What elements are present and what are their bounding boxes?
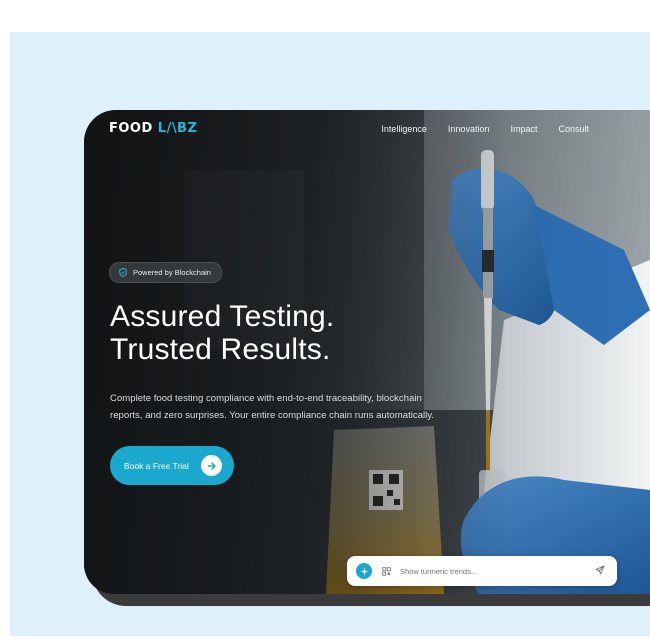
main-nav: Intelligence Innovation Impact Consult — [381, 124, 589, 134]
arrow-right-icon — [201, 455, 222, 476]
cta-label: Book a Free Trial — [124, 460, 189, 471]
hero-description: Complete food testing compliance with en… — [110, 390, 490, 424]
headline-line-2: Trusted Results. — [110, 333, 331, 366]
brand-logo[interactable]: FOOD L/\BZ — [109, 121, 197, 136]
description-line-2: reports, and zero surprises. Your entire… — [110, 410, 435, 421]
qr-scan-icon[interactable] — [382, 566, 391, 576]
nav-innovation[interactable]: Innovation — [448, 124, 490, 134]
hero-section: FOOD L/\BZ Intelligence Innovation Impact… — [84, 110, 650, 594]
badge-text: Powered by Blockchain — [133, 268, 211, 277]
logo-accent: L/\BZ — [157, 121, 198, 136]
send-icon[interactable] — [595, 565, 605, 575]
sparkle-icon[interactable] — [356, 563, 372, 579]
headline-line-1: Assured Testing. — [110, 300, 335, 333]
shield-icon — [119, 268, 127, 277]
hero-headline: Assured Testing. Trusted Results. — [110, 300, 334, 366]
logo-main: FOOD — [109, 121, 153, 136]
nav-intelligence[interactable]: Intelligence — [381, 124, 427, 134]
nav-impact[interactable]: Impact — [510, 124, 537, 134]
blockchain-badge: Powered by Blockchain — [109, 262, 222, 283]
ai-chat-bar — [347, 556, 617, 586]
book-free-trial-button[interactable]: Book a Free Trial — [110, 446, 234, 485]
chat-input[interactable] — [400, 566, 580, 576]
description-line-1: Complete food testing compliance with en… — [110, 393, 422, 404]
nav-consult[interactable]: Consult — [558, 124, 589, 134]
